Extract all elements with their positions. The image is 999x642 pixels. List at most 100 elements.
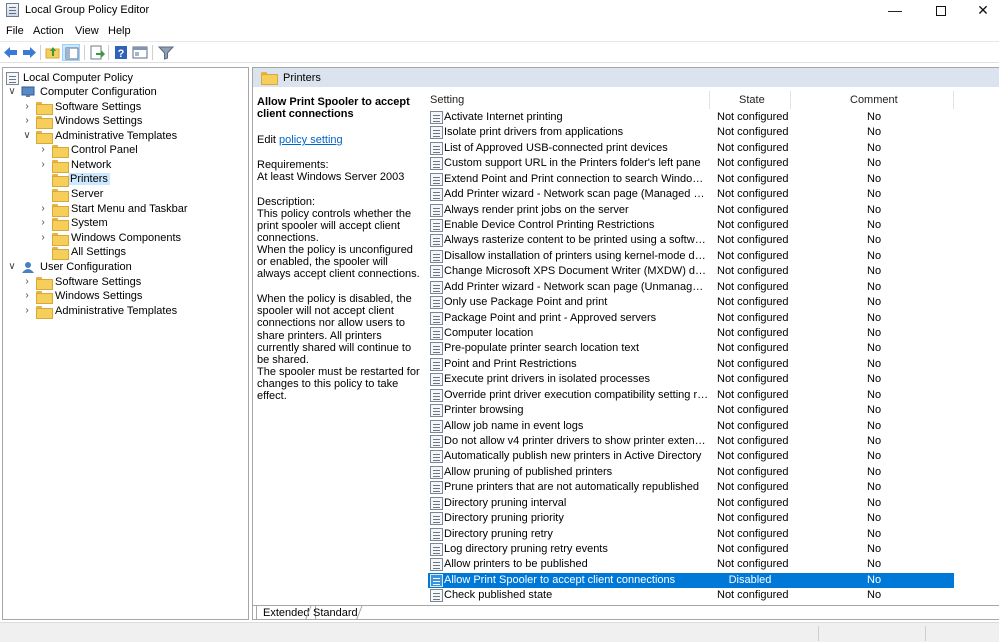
setting-name: Prune printers that are not automaticall…: [444, 481, 699, 494]
chevron-down-icon[interactable]: ∨: [7, 260, 17, 274]
setting-name: Point and Print Restrictions: [444, 357, 577, 370]
policy-row[interactable]: Isolate print drivers from applications N…: [428, 125, 954, 140]
setting-name: Enable Device Control Printing Restricti…: [444, 219, 655, 231]
column-header-state[interactable]: State: [739, 94, 765, 108]
tree-item-user-windows-settings[interactable]: › Windows Settings: [21, 289, 144, 304]
tree-item-server[interactable]: Server: [37, 187, 105, 202]
folder-header: Printers: [253, 68, 999, 87]
policy-row[interactable]: Allow pruning of published printers Not c…: [428, 465, 954, 480]
policy-row[interactable]: Add Printer wizard - Network scan page (…: [428, 187, 954, 202]
properties-icon[interactable]: [131, 44, 149, 61]
edit-policy-setting-link[interactable]: policy setting: [279, 134, 343, 146]
setting-name: Always render print jobs on the server: [444, 203, 629, 216]
policy-row[interactable]: Check published state Not configured No: [428, 588, 954, 603]
policy-row[interactable]: Only use Package Point and print Not conf…: [428, 295, 954, 310]
policy-row[interactable]: Directory pruning retry Not configured No: [428, 527, 954, 542]
help-icon[interactable]: ?: [112, 44, 130, 61]
tree-label: Windows Settings: [55, 115, 143, 127]
chevron-right-icon[interactable]: ›: [22, 114, 32, 128]
policy-row[interactable]: Disallow installation of printers using …: [428, 249, 954, 264]
filter-icon[interactable]: [157, 44, 175, 61]
policy-row[interactable]: Add Printer wizard - Network scan page (…: [428, 280, 954, 295]
tree-item-windows-settings[interactable]: › Windows Settings: [21, 114, 144, 129]
tree-item-user-software-settings[interactable]: › Software Settings: [21, 275, 143, 290]
menu-file[interactable]: File: [6, 25, 24, 37]
export-list-icon[interactable]: [88, 44, 106, 61]
tree-item-administrative-templates[interactable]: ∨ Administrative Templates: [21, 129, 179, 144]
tree-item-all-settings[interactable]: All Settings: [37, 245, 128, 260]
policy-row[interactable]: Pre-populate printer search location tex…: [428, 341, 954, 356]
setting-state: Not configured: [717, 265, 789, 278]
setting-name: Custom support URL in the Printers folde…: [444, 157, 701, 170]
up-folder-icon[interactable]: [44, 44, 62, 61]
policy-row[interactable]: Extend Point and Print connection to sea…: [428, 172, 954, 187]
chevron-right-icon[interactable]: ›: [38, 231, 48, 245]
back-icon[interactable]: [2, 44, 20, 61]
column-header-setting[interactable]: Setting: [430, 94, 464, 108]
setting-state: Not configured: [717, 373, 789, 386]
policy-row[interactable]: List of Approved USB-connected print dev…: [428, 141, 954, 156]
policy-row[interactable]: Allow Print Spooler to accept client con…: [428, 572, 954, 589]
policy-row[interactable]: Always rasterize content to be printed u…: [428, 233, 954, 248]
tree-item-software-settings[interactable]: › Software Settings: [21, 100, 143, 115]
column-header-comment[interactable]: Comment: [850, 94, 898, 108]
chevron-right-icon[interactable]: ›: [38, 202, 48, 216]
policy-row[interactable]: Execute print drivers in isolated proces…: [428, 372, 954, 387]
minimize-button[interactable]: —: [872, 0, 918, 20]
close-button[interactable]: ✕: [960, 0, 999, 20]
chevron-right-icon[interactable]: ›: [38, 143, 48, 157]
chevron-right-icon[interactable]: ›: [22, 304, 32, 318]
chevron-right-icon[interactable]: ›: [22, 289, 32, 303]
forward-icon[interactable]: [20, 44, 38, 61]
tree-item-user-administrative-templates[interactable]: › Administrative Templates: [21, 304, 179, 319]
chevron-down-icon[interactable]: ∨: [22, 129, 32, 143]
setting-name: Change Microsoft XPS Document Writer (MX…: [444, 265, 709, 278]
column-divider[interactable]: [709, 91, 710, 109]
setting-state: Disabled: [728, 573, 772, 586]
tree-item-system[interactable]: › System: [37, 216, 110, 231]
policy-icon: [6, 72, 19, 85]
tree-item-start-menu-and-taskbar[interactable]: › Start Menu and Taskbar: [37, 202, 190, 217]
policy-row[interactable]: Directory pruning priority Not configured…: [428, 511, 954, 526]
chevron-right-icon[interactable]: ›: [22, 275, 32, 289]
menu-help[interactable]: Help: [108, 25, 131, 37]
show-hide-tree-icon[interactable]: [62, 44, 80, 61]
policy-row[interactable]: Point and Print Restrictions Not configur…: [428, 357, 954, 372]
column-divider[interactable]: [953, 91, 954, 109]
policy-row[interactable]: Enable Device Control Printing Restricti…: [428, 218, 954, 233]
policy-row[interactable]: Prune printers that are not automaticall…: [428, 480, 954, 495]
menu-view[interactable]: View: [75, 25, 99, 37]
policy-row[interactable]: Custom support URL in the Printers folde…: [428, 156, 954, 171]
policy-row[interactable]: Do not allow v4 printer drivers to show …: [428, 434, 954, 449]
policy-row[interactable]: Log directory pruning retry events Not co…: [428, 542, 954, 557]
column-divider[interactable]: [790, 91, 791, 109]
policy-row[interactable]: Directory pruning interval Not configured…: [428, 496, 954, 511]
policy-row[interactable]: Allow printers to be published Not config…: [428, 557, 954, 572]
policy-setting-icon: [430, 141, 443, 155]
chevron-right-icon[interactable]: ›: [22, 100, 32, 114]
chevron-down-icon[interactable]: ∨: [7, 85, 17, 99]
tree-item-user-configuration[interactable]: ∨ User Configuration: [6, 260, 134, 274]
tree-item-control-panel[interactable]: › Control Panel: [37, 143, 140, 158]
policy-setting-icon: [430, 543, 443, 557]
policy-row[interactable]: Computer location Not configured No: [428, 326, 954, 341]
setting-comment: No: [867, 188, 882, 201]
tree-item-printers[interactable]: Printers: [37, 172, 110, 187]
policy-row[interactable]: Automatically publish new printers in Ac…: [428, 449, 954, 464]
setting-comment: No: [867, 172, 882, 185]
policy-row[interactable]: Allow job name in event logs Not configur…: [428, 419, 954, 434]
tree-item-computer-configuration[interactable]: ∨ Computer Configuration: [6, 85, 159, 99]
tree-item-windows-components[interactable]: › Windows Components: [37, 231, 183, 246]
maximize-button[interactable]: [918, 0, 964, 20]
chevron-right-icon[interactable]: ›: [38, 216, 48, 230]
tree-item-local-computer-policy[interactable]: Local Computer Policy: [6, 71, 135, 85]
policy-row[interactable]: Change Microsoft XPS Document Writer (MX…: [428, 264, 954, 279]
policy-row[interactable]: Always render print jobs on the server No…: [428, 203, 954, 218]
policy-row[interactable]: Printer browsing Not configured No: [428, 403, 954, 418]
policy-row[interactable]: Override print driver execution compatib…: [428, 388, 954, 403]
policy-row[interactable]: Activate Internet printing Not configured…: [428, 110, 954, 125]
menu-action[interactable]: Action: [33, 25, 64, 37]
tree-item-network[interactable]: › Network: [37, 158, 113, 173]
policy-row[interactable]: Package Point and print - Approved serve…: [428, 311, 954, 326]
chevron-right-icon[interactable]: ›: [38, 158, 48, 172]
